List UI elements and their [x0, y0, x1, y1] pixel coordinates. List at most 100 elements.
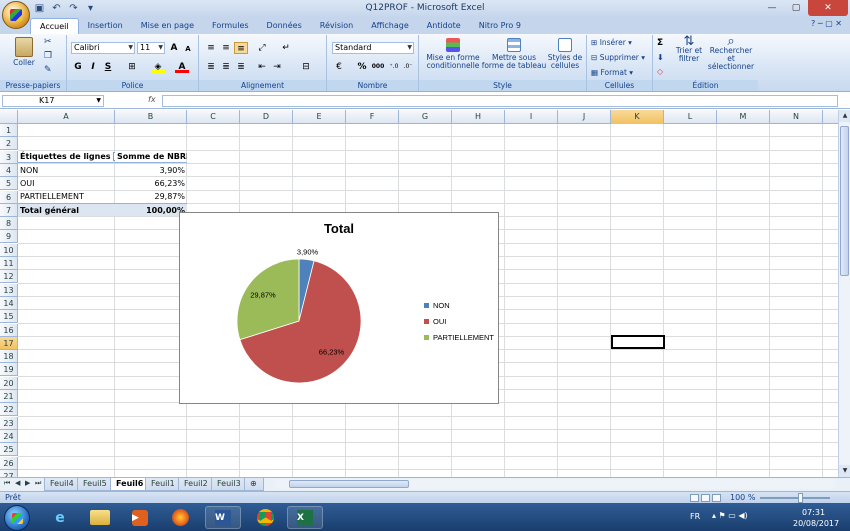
insert-sheet-icon[interactable]: ⊕: [244, 478, 264, 491]
pivot-row-label[interactable]: NON: [18, 164, 115, 177]
align-center-icon[interactable]: ≣: [219, 61, 233, 73]
row-header-20[interactable]: 20: [0, 376, 18, 390]
row-header-7[interactable]: 7: [0, 203, 18, 217]
close-icon[interactable]: ✕: [808, 0, 848, 16]
insert-button[interactable]: ⊞ Insérer ▾: [591, 39, 632, 47]
clock-date[interactable]: 20/08/2017: [793, 519, 839, 528]
row-header-14[interactable]: 14: [0, 296, 18, 310]
first-sheet-icon[interactable]: ⏮: [4, 479, 10, 488]
sheet-tab-feuil3[interactable]: Feuil3: [211, 478, 247, 491]
pivot-row-label-header[interactable]: Étiquettes de lignes▾: [18, 150, 115, 163]
column-header-n[interactable]: N: [770, 110, 823, 124]
percent-button[interactable]: %: [355, 61, 369, 73]
column-header-k[interactable]: K: [611, 110, 664, 124]
shrink-font-icon[interactable]: A: [181, 43, 195, 55]
row-header-24[interactable]: 24: [0, 429, 18, 443]
name-box[interactable]: K17 ▼: [2, 95, 104, 107]
find-select-button[interactable]: ⌕ Rechercher et sélectionner: [705, 35, 757, 71]
help-icon[interactable]: ? ─ ▢ ✕: [811, 19, 842, 28]
align-middle-icon[interactable]: ≡: [219, 42, 233, 54]
media-player-icon[interactable]: ▶: [122, 506, 158, 529]
format-painter-icon[interactable]: ✎: [44, 66, 52, 75]
minimize-icon[interactable]: —: [760, 0, 784, 16]
row-header-9[interactable]: 9: [0, 230, 18, 244]
copy-icon[interactable]: ❐: [44, 52, 52, 61]
column-header-d[interactable]: D: [240, 110, 293, 124]
row-header-1[interactable]: 1: [0, 124, 18, 137]
cut-icon[interactable]: ✂: [44, 38, 52, 47]
scroll-thumb[interactable]: [840, 126, 849, 276]
bold-button[interactable]: G: [71, 61, 85, 73]
row-header-4[interactable]: 4: [0, 163, 18, 177]
row-header-16[interactable]: 16: [0, 323, 18, 337]
row-header-15[interactable]: 15: [0, 310, 18, 324]
borders-icon[interactable]: ⊞: [125, 61, 139, 73]
start-button[interactable]: [4, 505, 30, 531]
row-header-21[interactable]: 21: [0, 390, 18, 403]
zoom-slider[interactable]: [760, 497, 830, 499]
row-header-19[interactable]: 19: [0, 363, 18, 377]
scroll-up-icon[interactable]: ▲: [839, 110, 850, 122]
row-header-25[interactable]: 25: [0, 443, 18, 457]
pivot-total-label[interactable]: Total général: [18, 203, 115, 216]
column-header-g[interactable]: G: [399, 110, 452, 124]
pivot-row-value[interactable]: 66,23%: [115, 177, 187, 190]
next-sheet-icon[interactable]: ▶: [25, 479, 30, 487]
row-header-10[interactable]: 10: [0, 243, 18, 257]
column-header-b[interactable]: B: [115, 110, 187, 124]
sheet-tab-feuil1[interactable]: Feuil1: [145, 478, 181, 491]
row-header-6[interactable]: 6: [0, 190, 18, 204]
currency-icon[interactable]: €: [332, 61, 346, 73]
row-header-17[interactable]: 17: [0, 336, 18, 350]
zoom-slider-handle[interactable]: [798, 493, 803, 503]
select-all-corner[interactable]: [0, 110, 18, 124]
column-header-h[interactable]: H: [452, 110, 505, 124]
formula-input[interactable]: [162, 95, 838, 107]
clock-time[interactable]: 07:31: [802, 508, 825, 517]
row-header-8[interactable]: 8: [0, 217, 18, 231]
pivot-row-label[interactable]: OUI: [18, 177, 115, 190]
pivot-row-label[interactable]: PARTIELLEMENT: [18, 190, 115, 203]
format-button[interactable]: ▦ Format ▾: [591, 69, 633, 77]
row-header-11[interactable]: 11: [0, 257, 18, 270]
row-header-13[interactable]: 13: [0, 283, 18, 297]
office-button[interactable]: [2, 1, 30, 29]
legend-item-non[interactable]: NON: [424, 301, 450, 310]
prev-sheet-icon[interactable]: ◀: [15, 479, 20, 487]
grow-font-icon[interactable]: A: [167, 42, 181, 54]
column-header-c[interactable]: C: [187, 110, 240, 124]
excel-icon[interactable]: X: [287, 506, 323, 529]
scroll-down-icon[interactable]: ▼: [839, 465, 850, 477]
column-header-l[interactable]: L: [664, 110, 717, 124]
align-top-icon[interactable]: ≡: [204, 42, 218, 54]
legend-item-oui[interactable]: OUI: [424, 317, 446, 326]
format-as-table-button[interactable]: Mettre sous forme de tableau: [481, 38, 547, 70]
clear-icon[interactable]: ◇: [657, 68, 663, 76]
vertical-scrollbar[interactable]: ▲ ▼: [838, 110, 850, 477]
firefox-icon[interactable]: [162, 506, 198, 529]
column-header-a[interactable]: A: [18, 110, 115, 124]
align-right-icon[interactable]: ≣: [234, 61, 248, 73]
chrome-icon[interactable]: [247, 506, 283, 529]
tab-insertion[interactable]: Insertion: [79, 18, 132, 34]
orientation-icon[interactable]: ⤢: [255, 42, 269, 54]
italic-button[interactable]: I: [86, 61, 100, 73]
horizontal-scrollbar[interactable]: [275, 479, 835, 489]
sheet-tab-feuil2[interactable]: Feuil2: [178, 478, 214, 491]
row-header-27[interactable]: 27: [0, 469, 18, 477]
tray-icons[interactable]: ▴ ⚑ ▭ ◀): [712, 511, 748, 520]
row-header-2[interactable]: 2: [0, 137, 18, 151]
tab-mise-en-page[interactable]: Mise en page: [132, 18, 203, 34]
merge-cells-icon[interactable]: ⊟: [299, 61, 313, 73]
fill-color-icon[interactable]: ◈: [151, 61, 165, 73]
page-layout-view-icon[interactable]: [701, 494, 710, 502]
tab-nitro[interactable]: Nitro Pro 9: [470, 18, 530, 34]
normal-view-icon[interactable]: [690, 494, 699, 502]
pivot-row-value[interactable]: 29,87%: [115, 190, 187, 203]
last-sheet-icon[interactable]: ⏭: [35, 479, 41, 488]
underline-button[interactable]: S: [101, 61, 115, 73]
language-indicator[interactable]: FR: [690, 512, 700, 521]
row-header-3[interactable]: 3: [0, 150, 18, 164]
worksheet-grid[interactable]: ABCDEFGHIJKLMN 1 2 3 4 5 6 7 8 9 10 11 12 13 14 15 16 17…: [0, 110, 838, 477]
decrease-indent-icon[interactable]: ⇤: [255, 61, 269, 73]
